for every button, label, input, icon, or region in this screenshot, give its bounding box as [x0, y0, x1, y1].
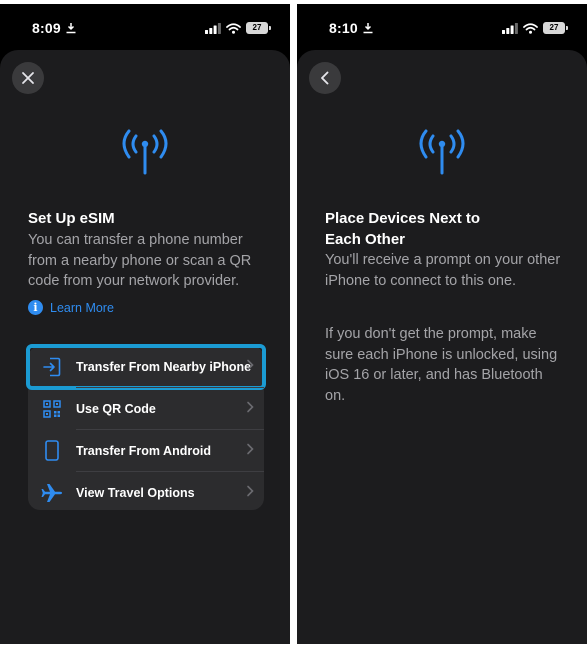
wifi-icon [523, 22, 538, 34]
chevron-right-icon [247, 443, 254, 455]
airplane-icon [41, 483, 62, 502]
description-text: You can transfer a phone number from a n… [28, 232, 252, 289]
right-phone-screen: 8:10 27 Place Devices Next to Each Other… [297, 4, 587, 644]
phone-icon [45, 440, 59, 461]
transfer-icon [43, 357, 61, 376]
setup-esim-sheet: Set Up eSIM You can transfer a phone num… [0, 50, 290, 644]
antenna-icon [122, 129, 168, 175]
place-devices-sheet: Place Devices Next to Each Other You'll … [297, 50, 587, 644]
chevron-right-icon [247, 359, 254, 371]
option-label: View Travel Options [76, 485, 195, 500]
chevron-right-icon [247, 401, 254, 413]
page-title: Set Up eSIM [28, 210, 115, 227]
cellular-signal-icon [502, 22, 518, 34]
status-bar: 8:10 27 [297, 4, 587, 48]
chevron-right-icon [247, 485, 254, 497]
status-time: 8:10 [329, 20, 358, 36]
prompt-text: You'll receive a prompt on your other iP… [325, 252, 561, 289]
battery-indicator: 27 [246, 22, 271, 34]
setup-options-list: Transfer From Nearby iPhone Use QR Code … [26, 344, 266, 513]
learn-more-label: Learn More [50, 300, 114, 315]
back-button[interactable] [309, 62, 341, 94]
page-title: Place Devices Next to Each Other [325, 210, 481, 248]
status-bar: 8:09 27 [0, 4, 290, 48]
antenna-icon [419, 129, 465, 175]
download-icon [363, 23, 373, 34]
option-transfer-from-nearby-iphone[interactable]: Transfer From Nearby iPhone [26, 344, 266, 390]
close-icon [22, 72, 34, 84]
status-time: 8:09 [32, 20, 61, 36]
troubleshoot-text: If you don't get the prompt, make sure e… [325, 326, 558, 404]
cellular-signal-icon [205, 22, 221, 34]
option-label: Transfer From Nearby iPhone [76, 359, 252, 374]
wifi-icon [226, 22, 241, 34]
back-icon [321, 71, 329, 85]
option-label: Transfer From Android [76, 443, 211, 458]
close-button[interactable] [12, 62, 44, 94]
left-phone-screen: 8:09 27 Set Up eSIM You can transfer a p… [0, 4, 290, 644]
battery-indicator: 27 [543, 22, 568, 34]
option-transfer-from-android[interactable]: Transfer From Android [28, 430, 264, 471]
option-label: Use QR Code [76, 401, 156, 416]
qr-code-icon [43, 399, 61, 418]
option-view-travel-options[interactable]: View Travel Options [28, 472, 264, 513]
option-use-qr-code[interactable]: Use QR Code [28, 388, 264, 429]
download-icon [66, 23, 76, 34]
learn-more-link[interactable]: i Learn More [28, 300, 114, 315]
info-icon: i [28, 300, 43, 315]
